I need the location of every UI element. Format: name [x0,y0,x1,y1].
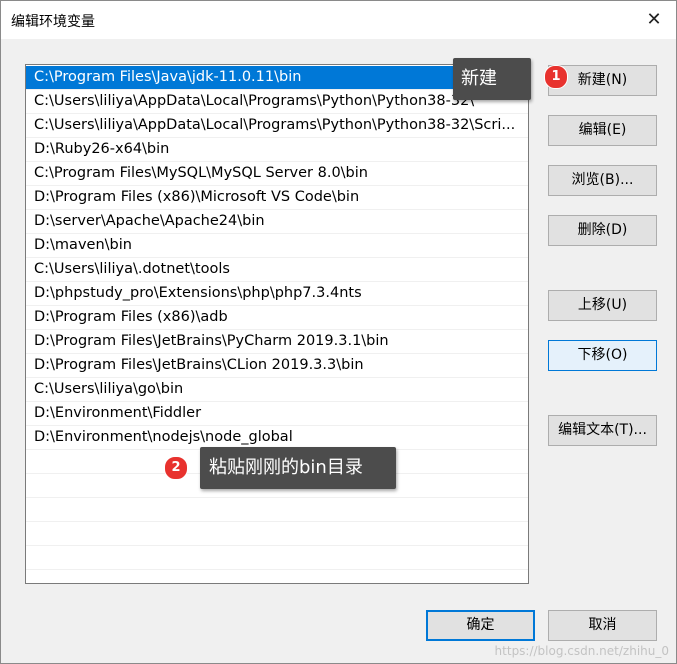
path-list-item[interactable]: D:\Program Files (x86)\Microsoft VS Code… [26,186,528,210]
path-list-item[interactable]: D:\Program Files\JetBrains\PyCharm 2019.… [26,330,528,354]
step2-callout: 粘贴刚刚的bin目录 [200,447,396,489]
path-list-item[interactable]: C:\Users\liliya\AppData\Local\Programs\P… [26,114,528,138]
path-list-empty-row[interactable] [26,522,528,546]
step2-badge: 2 [164,456,188,480]
move-up-button[interactable]: 上移(U) [548,290,657,321]
path-list-empty-row[interactable] [26,498,528,522]
step1-badge: 1 [544,65,568,89]
path-list-item[interactable]: D:\Program Files (x86)\adb [26,306,528,330]
path-list-empty-row[interactable] [26,546,528,570]
delete-button[interactable]: 删除(D) [548,215,657,246]
path-list-item[interactable]: D:\Program Files\JetBrains\CLion 2019.3.… [26,354,528,378]
path-list-item[interactable]: D:\Ruby26-x64\bin [26,138,528,162]
path-list-item[interactable]: C:\Users\liliya\.dotnet\tools [26,258,528,282]
path-list-item[interactable]: C:\Program Files\MySQL\MySQL Server 8.0\… [26,162,528,186]
path-list-item[interactable]: D:\maven\bin [26,234,528,258]
path-list-item[interactable]: D:\server\Apache\Apache24\bin [26,210,528,234]
watermark: https://blog.csdn.net/zhihu_0 [494,644,669,658]
path-list-item[interactable]: C:\Users\liliya\go\bin [26,378,528,402]
edit-button[interactable]: 编辑(E) [548,115,657,146]
close-icon[interactable]: ✕ [640,7,668,33]
ok-button[interactable]: 确定 [426,610,535,641]
cancel-button[interactable]: 取消 [548,610,657,641]
move-down-button[interactable]: 下移(O) [548,340,657,371]
edit-text-button[interactable]: 编辑文本(T)... [548,415,657,446]
title-bar: 编辑环境变量 ✕ [1,1,676,39]
browse-button[interactable]: 浏览(B)... [548,165,657,196]
step1-callout: 新建 [453,58,531,100]
edit-env-variable-dialog: 编辑环境变量 ✕ C:\Program Files\Java\jdk-11.0.… [0,0,677,664]
path-list[interactable]: C:\Program Files\Java\jdk-11.0.11\bin C:\… [25,64,529,584]
window-title: 编辑环境变量 [11,14,95,30]
path-list-item[interactable]: D:\phpstudy_pro\Extensions\php\php7.3.4n… [26,282,528,306]
path-list-item[interactable]: D:\Environment\Fiddler [26,402,528,426]
